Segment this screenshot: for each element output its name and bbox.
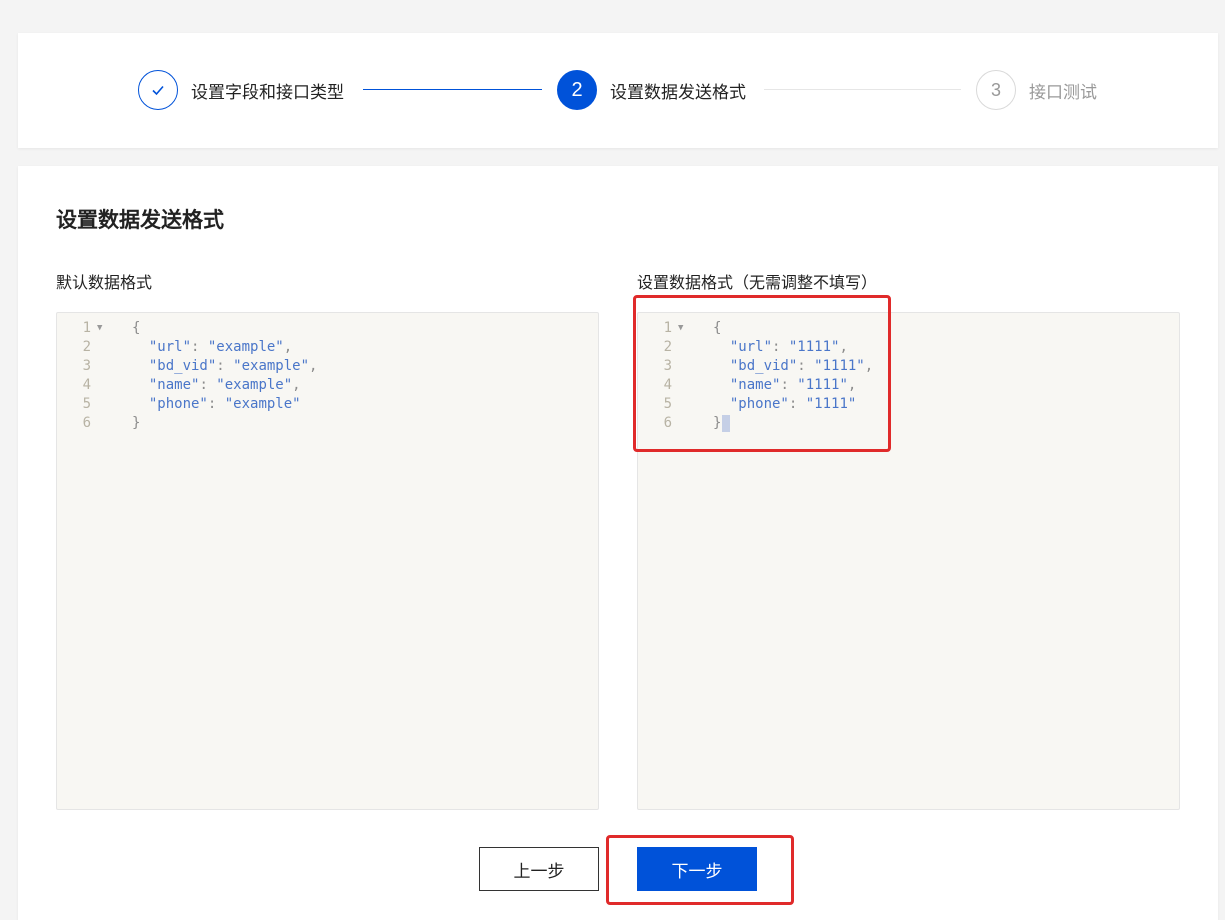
code-text: "phone": "example" [148, 396, 301, 412]
line-number: 4 [82, 377, 91, 393]
code-line: 6} [57, 414, 598, 433]
step-1[interactable]: 设置字段和接口类型 [138, 70, 344, 110]
step-2-label: 设置数据发送格式 [610, 82, 746, 103]
main-card: 设置数据发送格式 默认数据格式 设置数据格式（无需调整不填写） 1 ▼ {2 "ur… [18, 166, 1218, 920]
step-2-circle: 2 [557, 70, 597, 110]
step-3-label: 接口测试 [1029, 82, 1097, 103]
step-1-label: 设置字段和接口类型 [191, 82, 344, 103]
steps-card: 设置字段和接口类型 2 设置数据发送格式 3 接口测试 [18, 33, 1218, 148]
default-format-editor[interactable]: 1 ▼{2 "url": "example", 3 "bd_vid": "examp… [56, 312, 599, 810]
code-line: 6} [638, 414, 1179, 433]
step-2[interactable]: 2 设置数据发送格式 [557, 70, 746, 110]
code-line: 5 "phone": "1111" [638, 395, 1179, 414]
step-3-circle: 3 [976, 70, 1016, 110]
code-line: 2 "url": "example", [57, 338, 598, 357]
custom-format-editor[interactable]: 1 ▼{2 "url": "1111", 3 "bd_vid": "1111", 4 … [637, 312, 1180, 810]
line-number: 3 [82, 358, 91, 374]
code-text: { [132, 320, 141, 336]
line-number: 6 [663, 415, 672, 431]
step-connector-2 [764, 89, 961, 90]
line-number: 5 [82, 396, 91, 412]
custom-format-label: 设置数据格式（无需调整不填写） [637, 273, 878, 292]
code-text: "name": "example", [148, 377, 301, 393]
fold-toggle-icon[interactable]: ▼ [97, 319, 102, 338]
code-line: 3 "bd_vid": "1111", [638, 357, 1179, 376]
next-step-button[interactable]: 下一步 [637, 847, 757, 891]
line-number: 4 [663, 377, 672, 393]
code-text: "url": "1111", [729, 339, 848, 355]
code-text: } [713, 414, 731, 433]
fold-toggle-icon[interactable]: ▼ [678, 319, 683, 338]
line-number: 1 [82, 320, 91, 336]
code-line: 5 "phone": "example" [57, 395, 598, 414]
text-cursor [722, 414, 731, 432]
line-number: 1 [663, 320, 672, 336]
step-3[interactable]: 3 接口测试 [976, 70, 1097, 110]
default-format-label: 默认数据格式 [56, 273, 153, 292]
code-text: "name": "1111", [729, 377, 857, 393]
code-text: "bd_vid": "1111", [729, 358, 874, 374]
code-text: { [713, 320, 722, 336]
code-line: 1 ▼ { [57, 319, 598, 338]
code-text: "phone": "1111" [729, 396, 857, 412]
code-line: 1 ▼ { [638, 319, 1179, 338]
line-number: 2 [663, 339, 672, 355]
line-number: 6 [82, 415, 91, 431]
code-line: 4 "name": "1111", [638, 376, 1179, 395]
code-text: "url": "example", [148, 339, 293, 355]
section-title: 设置数据发送格式 [56, 208, 224, 232]
step-connector-1 [363, 89, 542, 90]
prev-step-button[interactable]: 上一步 [479, 847, 599, 891]
step-1-circle [138, 70, 178, 110]
code-text: } [132, 415, 141, 431]
check-icon [152, 85, 164, 96]
code-text: "bd_vid": "example", [148, 358, 318, 374]
line-number: 5 [663, 396, 672, 412]
line-number: 2 [82, 339, 91, 355]
code-line: 4 "name": "example", [57, 376, 598, 395]
code-line: 2 "url": "1111", [638, 338, 1179, 357]
code-line: 3 "bd_vid": "example", [57, 357, 598, 376]
line-number: 3 [663, 358, 672, 374]
